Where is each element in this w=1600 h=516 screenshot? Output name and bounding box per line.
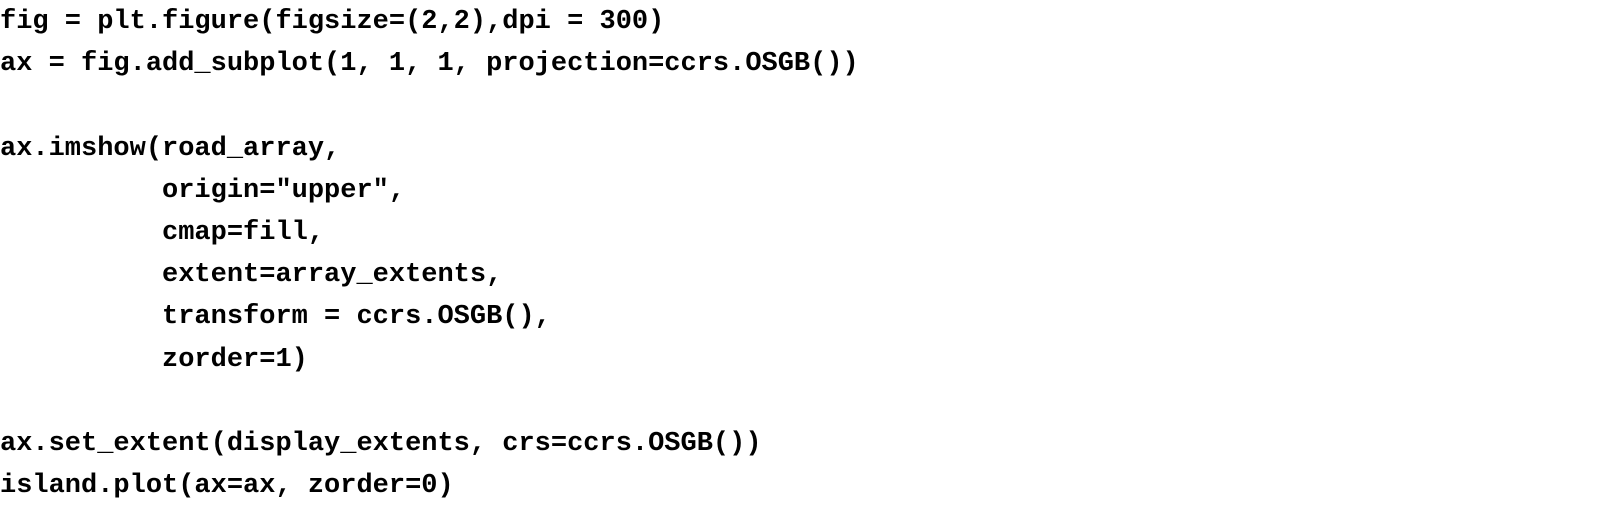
code-line: zorder=1) xyxy=(0,344,308,375)
code-line: transform = ccrs.OSGB(), xyxy=(0,302,551,333)
code-line: fig = plt.figure(figsize=(2,2),dpi = 300… xyxy=(0,7,665,37)
code-block: fig = plt.figure(figsize=(2,2),dpi = 300… xyxy=(0,0,859,506)
code-line: origin="upper", xyxy=(0,175,406,206)
code-line: ax.set_extent(display_extents, crs=ccrs.… xyxy=(0,428,762,459)
code-line: cmap=fill, xyxy=(0,217,325,248)
code-line: island.plot(ax=ax, zorder=0) xyxy=(0,471,454,502)
code-line: extent=array_extents, xyxy=(0,260,503,291)
code-line: ax.imshow(road_array, xyxy=(0,133,341,164)
code-line: ax = fig.add_subplot(1, 1, 1, projection… xyxy=(0,49,859,80)
